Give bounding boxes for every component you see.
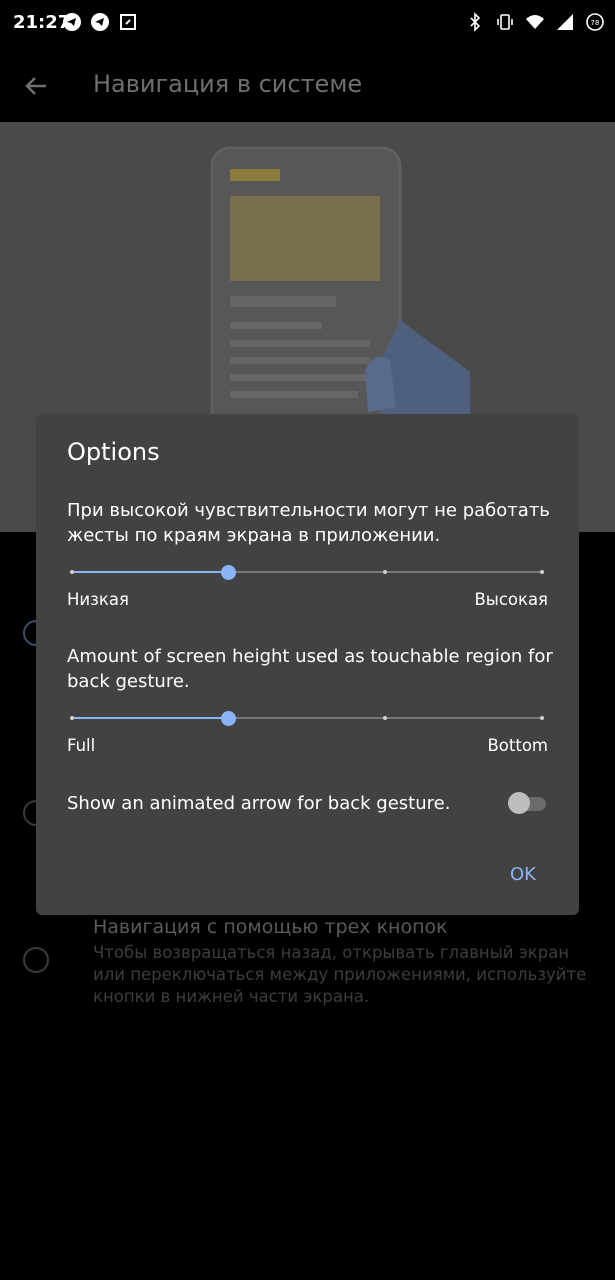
slider-tick (540, 716, 544, 720)
dialog-title: Options (67, 438, 160, 466)
sensitivity-max-label: Высокая (474, 590, 548, 609)
options-dialog: Options При высокой чувствительности мог… (36, 414, 579, 915)
sensitivity-description: При высокой чувствительности могут не ра… (67, 500, 550, 546)
sensitivity-min-label: Низкая (67, 590, 129, 609)
option-title-three-button: Навигация с помощью трех кнопок (93, 916, 448, 938)
app-bar: Навигация в системе (0, 50, 615, 122)
slider-thumb[interactable] (221, 565, 237, 580)
height-min-label: Full (67, 736, 96, 755)
telegram-icon (63, 13, 81, 31)
slider-tick (70, 570, 74, 574)
wifi-icon (526, 15, 544, 29)
arrow-toggle-label: Show an animated arrow for back gesture. (67, 793, 451, 814)
svg-text:78: 78 (591, 19, 600, 27)
option-desc-three-button: Чтобы возвращаться назад, открывать глав… (93, 943, 587, 1006)
slider-fill (72, 571, 229, 573)
vibrate-icon (497, 14, 513, 30)
slider-tick (540, 570, 544, 574)
page-title: Навигация в системе (93, 70, 363, 98)
radio-three-button[interactable] (23, 947, 49, 973)
slider-tick (383, 570, 388, 574)
height-slider[interactable] (70, 708, 544, 728)
telegram-icon (91, 13, 109, 31)
battery-icon: 78 (586, 13, 604, 31)
sensitivity-slider[interactable] (70, 562, 544, 582)
screenshot-icon (120, 14, 136, 30)
slider-thumb[interactable] (221, 711, 237, 726)
ok-button[interactable]: OK (491, 860, 555, 890)
height-max-label: Bottom (487, 736, 548, 755)
toggle-knob (508, 792, 530, 814)
height-description: Amount of screen height used as touchabl… (67, 646, 553, 692)
slider-tick (70, 716, 74, 720)
bluetooth-icon (470, 12, 481, 32)
slider-tick (383, 716, 388, 720)
slider-fill (72, 717, 229, 719)
arrow-toggle-switch[interactable] (508, 792, 550, 814)
status-bar: 21:27 78 (0, 0, 615, 50)
signal-icon (557, 14, 573, 30)
arrow-back-icon[interactable] (20, 70, 52, 102)
